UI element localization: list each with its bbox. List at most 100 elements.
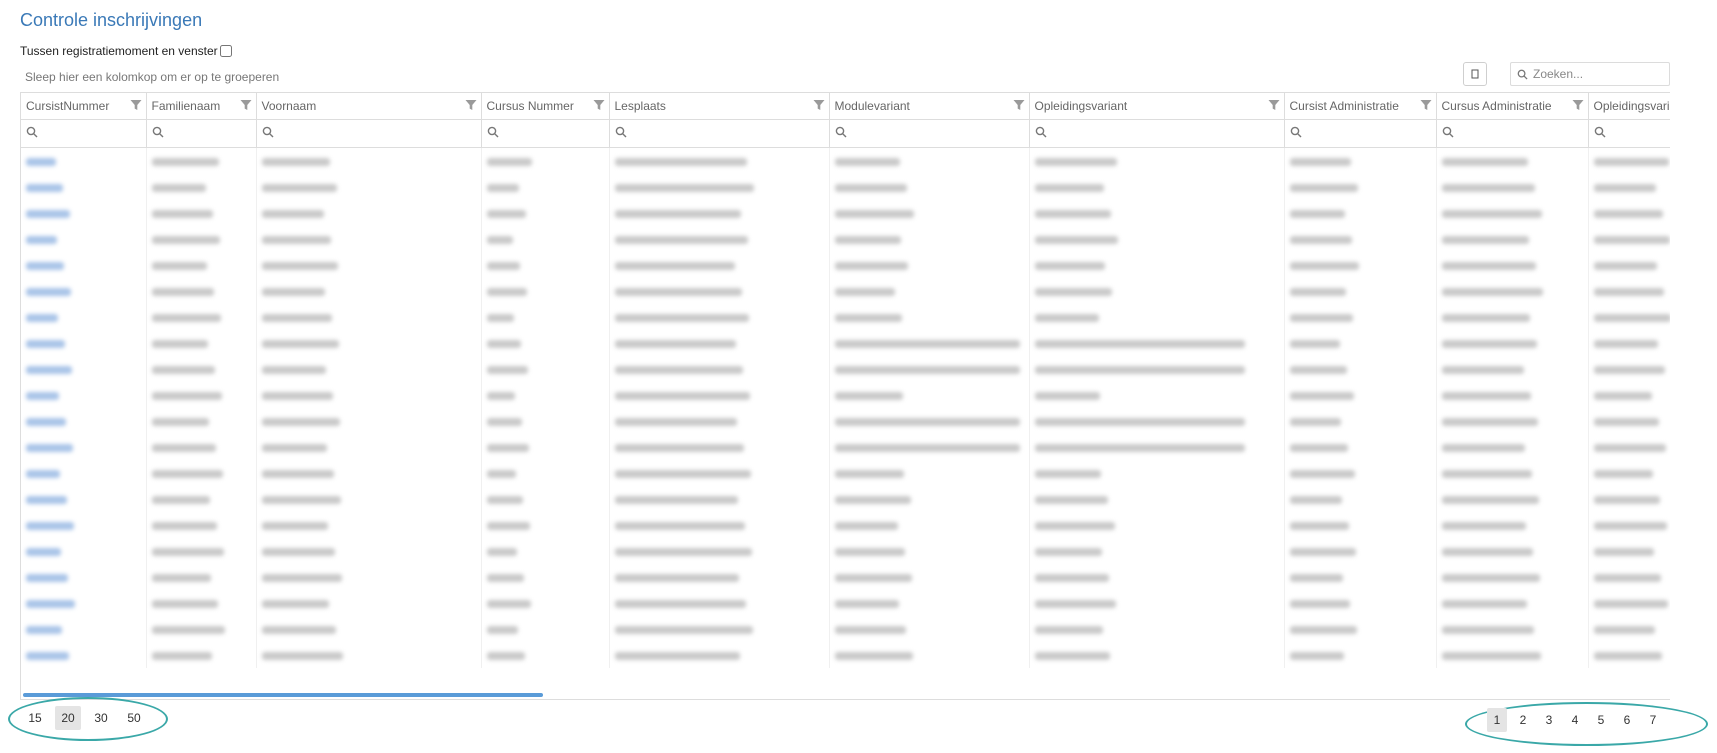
filter-icon[interactable] <box>240 99 252 114</box>
filter-icon[interactable] <box>1268 99 1280 114</box>
redacted-value <box>1441 625 1534 634</box>
redacted-value <box>26 469 60 478</box>
filter-input-6[interactable] <box>1029 119 1285 148</box>
filter-input-2[interactable] <box>256 119 482 148</box>
table-row[interactable] <box>21 564 1670 590</box>
table-row[interactable] <box>21 356 1670 382</box>
page-number[interactable]: 6 <box>1617 708 1637 732</box>
column-header-0[interactable]: CursistNummer <box>21 93 147 120</box>
between-registration-checkbox[interactable] <box>219 45 232 57</box>
column-header-2[interactable]: Voornaam <box>256 93 482 120</box>
table-row[interactable] <box>21 460 1670 486</box>
redacted-value <box>151 313 221 322</box>
table-cell <box>1029 460 1285 486</box>
column-header-6[interactable]: Opleidingsvariant <box>1029 93 1285 120</box>
table-row[interactable] <box>21 278 1670 304</box>
table-cell <box>1029 147 1285 174</box>
filter-input-8[interactable] <box>1436 119 1589 148</box>
table-cell <box>146 200 257 226</box>
redacted-value <box>1289 469 1355 478</box>
table-row[interactable] <box>21 590 1670 616</box>
table-cell <box>146 642 257 668</box>
table-cell <box>1588 564 1670 590</box>
page-number[interactable]: 2 <box>1513 708 1533 732</box>
table-cell <box>1284 616 1437 642</box>
table-cell <box>1436 590 1589 616</box>
filter-input-1[interactable] <box>146 119 257 148</box>
redacted-value <box>151 651 212 660</box>
redacted-value <box>261 547 335 556</box>
page-size-option[interactable]: 20 <box>55 706 81 730</box>
column-header-5[interactable]: Modulevariant <box>829 93 1030 120</box>
redacted-value <box>1034 157 1117 166</box>
search-icon <box>1290 126 1302 141</box>
filter-icon[interactable] <box>130 99 142 114</box>
table-row[interactable] <box>21 642 1670 668</box>
column-header-4[interactable]: Lesplaats <box>609 93 830 120</box>
filter-icon[interactable] <box>1013 99 1025 114</box>
table-row[interactable] <box>21 486 1670 512</box>
grid-search-input[interactable]: Zoeken... <box>1510 62 1670 86</box>
filter-icon[interactable] <box>1572 99 1584 114</box>
redacted-value <box>834 599 899 608</box>
table-row[interactable] <box>21 616 1670 642</box>
page-size-option[interactable]: 50 <box>121 706 147 730</box>
grid-table: CursistNummer Familienaam Voornaam Cursus N… <box>21 93 1670 668</box>
column-chooser-button[interactable] <box>1463 62 1487 86</box>
redacted-value <box>261 495 341 504</box>
page-number[interactable]: 7 <box>1643 708 1663 732</box>
column-header-7[interactable]: Cursist Administratie <box>1284 93 1437 120</box>
table-row[interactable] <box>21 408 1670 434</box>
column-header-3[interactable]: Cursus Nummer <box>481 93 610 120</box>
table-row[interactable] <box>21 538 1670 564</box>
filter-icon[interactable] <box>813 99 825 114</box>
redacted-value <box>1593 209 1663 218</box>
table-row[interactable] <box>21 304 1670 330</box>
table-row[interactable] <box>21 434 1670 460</box>
filter-input-4[interactable] <box>609 119 830 148</box>
table-row[interactable] <box>21 252 1670 278</box>
redacted-value <box>1593 261 1657 270</box>
page-number[interactable]: 4 <box>1565 708 1585 732</box>
search-icon <box>262 126 274 141</box>
page-size-option[interactable]: 15 <box>22 706 48 730</box>
column-header-8[interactable]: Cursus Administratie <box>1436 93 1589 120</box>
table-cell <box>1588 252 1670 278</box>
filter-input-7[interactable] <box>1284 119 1437 148</box>
table-row[interactable] <box>21 382 1670 408</box>
table-cell <box>1284 252 1437 278</box>
filter-icon[interactable] <box>593 99 605 114</box>
filter-input-0[interactable] <box>21 119 147 148</box>
table-cell <box>1029 642 1285 668</box>
page-number[interactable]: 1 <box>1487 708 1507 732</box>
table-cell <box>609 356 830 382</box>
table-row[interactable] <box>21 226 1670 252</box>
table-cell <box>256 356 482 382</box>
table-row[interactable] <box>21 330 1670 356</box>
redacted-value <box>834 651 913 660</box>
filter-input-5[interactable] <box>829 119 1030 148</box>
column-header-1[interactable]: Familienaam <box>146 93 257 120</box>
table-row[interactable] <box>21 147 1670 174</box>
redacted-value <box>1034 547 1102 556</box>
table-cell <box>21 642 147 668</box>
redacted-value <box>1034 469 1101 478</box>
page-number[interactable]: 5 <box>1591 708 1611 732</box>
column-header-9[interactable]: Opleidingsvariant <box>1588 93 1670 120</box>
table-cell <box>829 330 1030 356</box>
table-cell <box>1436 382 1589 408</box>
table-row[interactable] <box>21 512 1670 538</box>
page-size-option[interactable]: 30 <box>88 706 114 730</box>
table-cell <box>829 538 1030 564</box>
table-cell <box>1588 330 1670 356</box>
page-number[interactable]: 3 <box>1539 708 1559 732</box>
filter-input-9[interactable] <box>1588 119 1670 148</box>
filter-icon[interactable] <box>1420 99 1432 114</box>
redacted-value <box>486 261 520 270</box>
table-cell <box>609 382 830 408</box>
filter-icon[interactable] <box>465 99 477 114</box>
filter-input-3[interactable] <box>481 119 610 148</box>
table-row[interactable] <box>21 200 1670 226</box>
redacted-value <box>1593 469 1653 478</box>
table-row[interactable] <box>21 174 1670 200</box>
